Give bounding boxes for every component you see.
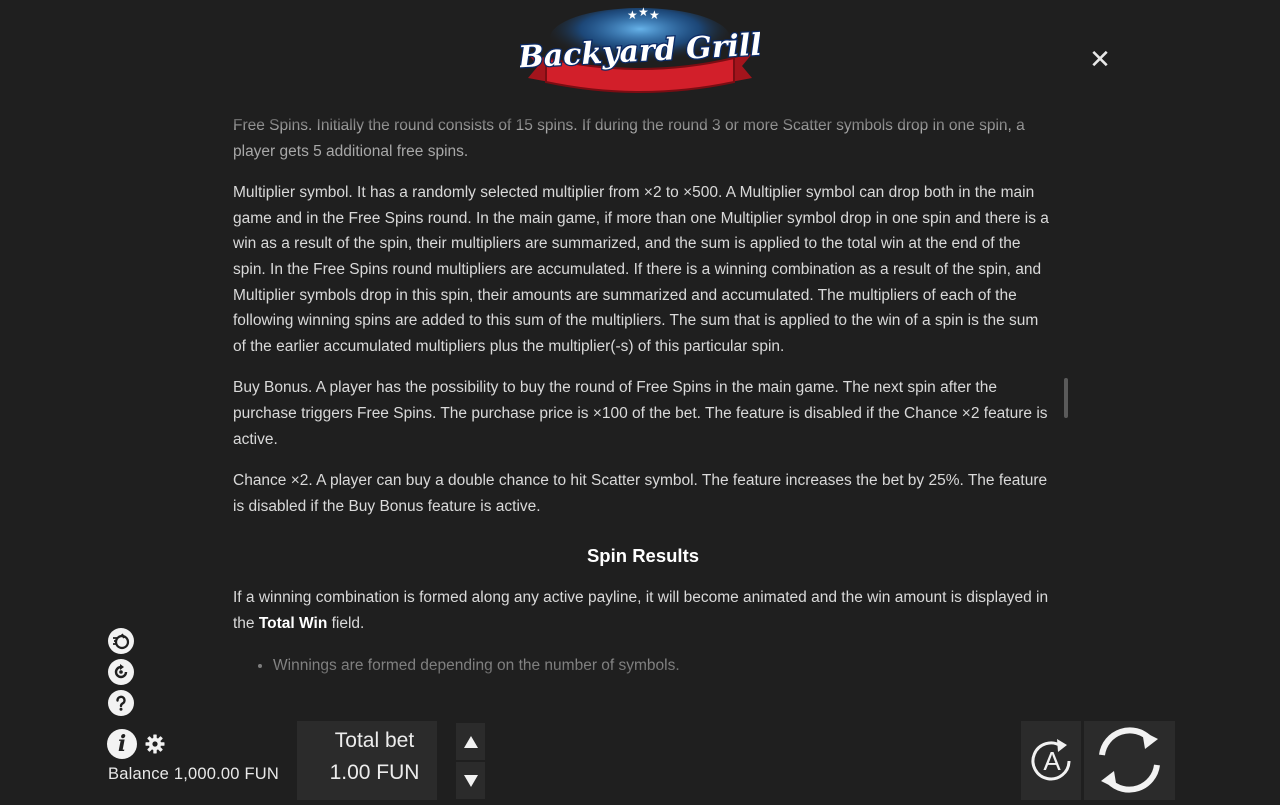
refresh-icon <box>114 664 128 679</box>
multiplier-paragraph: Multiplier symbol. It has a randomly sel… <box>233 184 1049 355</box>
autoplay-settings-button[interactable] <box>108 659 134 685</box>
total-bet-panel: Total bet 1.00 FUN <box>297 721 437 800</box>
svg-text:★: ★ <box>649 8 660 22</box>
info-icon: i <box>117 731 127 757</box>
spin-icon <box>1099 727 1160 793</box>
spin-results-list: Winnings are formed depending on the num… <box>233 653 1053 678</box>
autoplay-icon: A <box>1031 739 1071 781</box>
spin-results-heading: Spin Results <box>586 545 700 567</box>
chance-x2-paragraph: Chance ×2. A player can buy a double cha… <box>233 472 1048 515</box>
close-icon: ✕ <box>1089 45 1111 75</box>
question-icon <box>116 695 126 711</box>
increase-bet-button[interactable] <box>456 723 485 760</box>
rules-content[interactable]: Free Spins. Initially the round consists… <box>233 113 1053 703</box>
total-bet-label: Total bet <box>334 729 415 752</box>
total-win-term: Total Win <box>258 614 328 632</box>
decrease-bet-button[interactable] <box>456 762 485 799</box>
list-item: Winnings are formed depending on the num… <box>273 653 1053 678</box>
free-spins-paragraph: Free Spins. Initially the round consists… <box>233 117 1025 160</box>
spin-results-paragraph: If a winning combination is formed along… <box>233 589 1049 632</box>
scrollbar[interactable] <box>1064 378 1068 418</box>
game-logo: ★ ★ ★ Backyard Grill <box>515 5 764 100</box>
turbo-spin-button[interactable] <box>108 628 134 654</box>
arrow-up-icon <box>463 735 478 748</box>
spin-button[interactable] <box>1084 721 1175 800</box>
arrow-down-icon <box>463 774 478 787</box>
total-bet-value: 1.00 FUN <box>329 761 420 784</box>
help-button[interactable] <box>108 690 134 716</box>
gear-icon <box>145 734 165 754</box>
info-button[interactable]: i <box>107 729 137 759</box>
balance-value: 1,000.00 FUN <box>173 765 279 783</box>
svg-text:★: ★ <box>638 6 649 19</box>
turbo-icon <box>113 633 130 650</box>
settings-button[interactable] <box>144 733 166 755</box>
balance-display: Balance 1,000.00 FUN <box>108 765 279 784</box>
balance-label: Balance <box>108 765 170 783</box>
buy-bonus-paragraph: Buy Bonus. A player has the possibility … <box>233 379 1048 448</box>
autoplay-button[interactable]: A <box>1021 721 1081 800</box>
svg-text:★: ★ <box>627 8 638 22</box>
close-button[interactable]: ✕ <box>1086 46 1114 74</box>
svg-text:A: A <box>1043 746 1061 776</box>
